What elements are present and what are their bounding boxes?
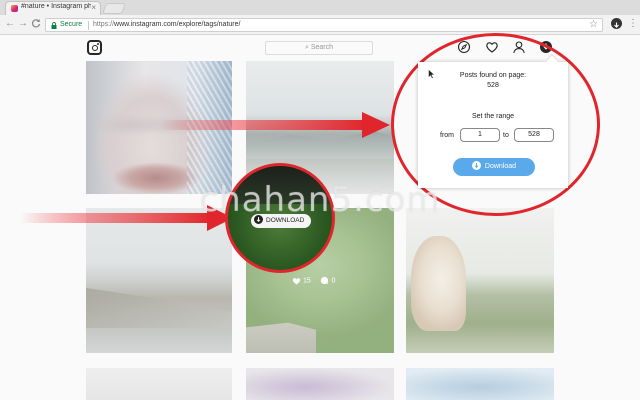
download-icon — [471, 160, 481, 170]
photo-stats: 15 0 — [292, 276, 335, 285]
menu-icon[interactable]: ⋮ — [628, 18, 638, 30]
search-placeholder: Search — [310, 44, 334, 51]
grid-photo-row3-2[interactable] — [246, 368, 394, 400]
extension-download-icon[interactable] — [611, 18, 622, 29]
grid-photo-row3-1[interactable] — [86, 368, 232, 400]
url-scheme: https:// — [93, 21, 115, 28]
range-label: Set the range — [471, 113, 515, 120]
instagram-favicon-icon — [11, 5, 18, 12]
range-to-input[interactable]: 528 — [514, 128, 554, 142]
download-button[interactable]: Download — [453, 158, 535, 176]
range-from-input[interactable]: 1 — [460, 128, 500, 142]
tab-title: #nature • Instagram pho — [21, 3, 91, 10]
omnibox-separator — [88, 21, 89, 30]
search-input[interactable]: ⌕ Search — [265, 41, 373, 55]
browser-tab[interactable]: #nature • Instagram pho × — [5, 1, 101, 15]
comments-icon — [321, 276, 329, 285]
page: #nature • Instagram pho × ← → Secure htt… — [0, 0, 640, 400]
address-bar[interactable]: Secure https://www.instagram.com/explore… — [45, 18, 603, 32]
tab-close-icon[interactable]: × — [91, 3, 96, 13]
star-icon[interactable]: ☆ — [589, 19, 598, 31]
grid-photo-row3-3[interactable] — [406, 368, 554, 400]
search-icon: ⌕ — [304, 44, 309, 51]
grid-photo-dog[interactable] — [406, 208, 554, 353]
forward-icon[interactable]: → — [17, 18, 29, 30]
comments-count: 0 — [331, 277, 336, 285]
url-text: https://www.instagram.com/explore/tags/n… — [93, 21, 240, 28]
range-to-label: to — [503, 132, 509, 139]
likes-icon — [292, 277, 301, 285]
back-icon[interactable]: ← — [4, 18, 16, 30]
likes-count: 15 — [302, 277, 311, 285]
browser-tab-bar: #nature • Instagram pho × — [0, 0, 640, 15]
extension-popup: Posts found on page: 528 Set the range f… — [418, 62, 568, 188]
grid-photo-face[interactable] — [86, 61, 232, 194]
url-path: www.instagram.com/explore/tags/nature/ — [114, 21, 241, 28]
browser-toolbar: ← → Secure https://www.instagram.com/exp… — [0, 15, 640, 35]
new-tab-button[interactable] — [101, 3, 127, 14]
posts-found-count: 528 — [487, 82, 499, 89]
lock-icon — [51, 22, 57, 29]
reload-icon[interactable] — [30, 18, 42, 30]
mouse-cursor-icon — [428, 69, 436, 79]
secure-label: Secure — [60, 21, 83, 28]
range-from-label: from — [440, 132, 454, 139]
watermark: chahan5.com — [199, 180, 441, 220]
instagram-logo-icon[interactable] — [87, 40, 102, 55]
posts-found-label: Posts found on page: — [459, 72, 527, 79]
grid-photo-beach[interactable] — [86, 208, 232, 353]
download-button-label: Download — [484, 163, 517, 170]
